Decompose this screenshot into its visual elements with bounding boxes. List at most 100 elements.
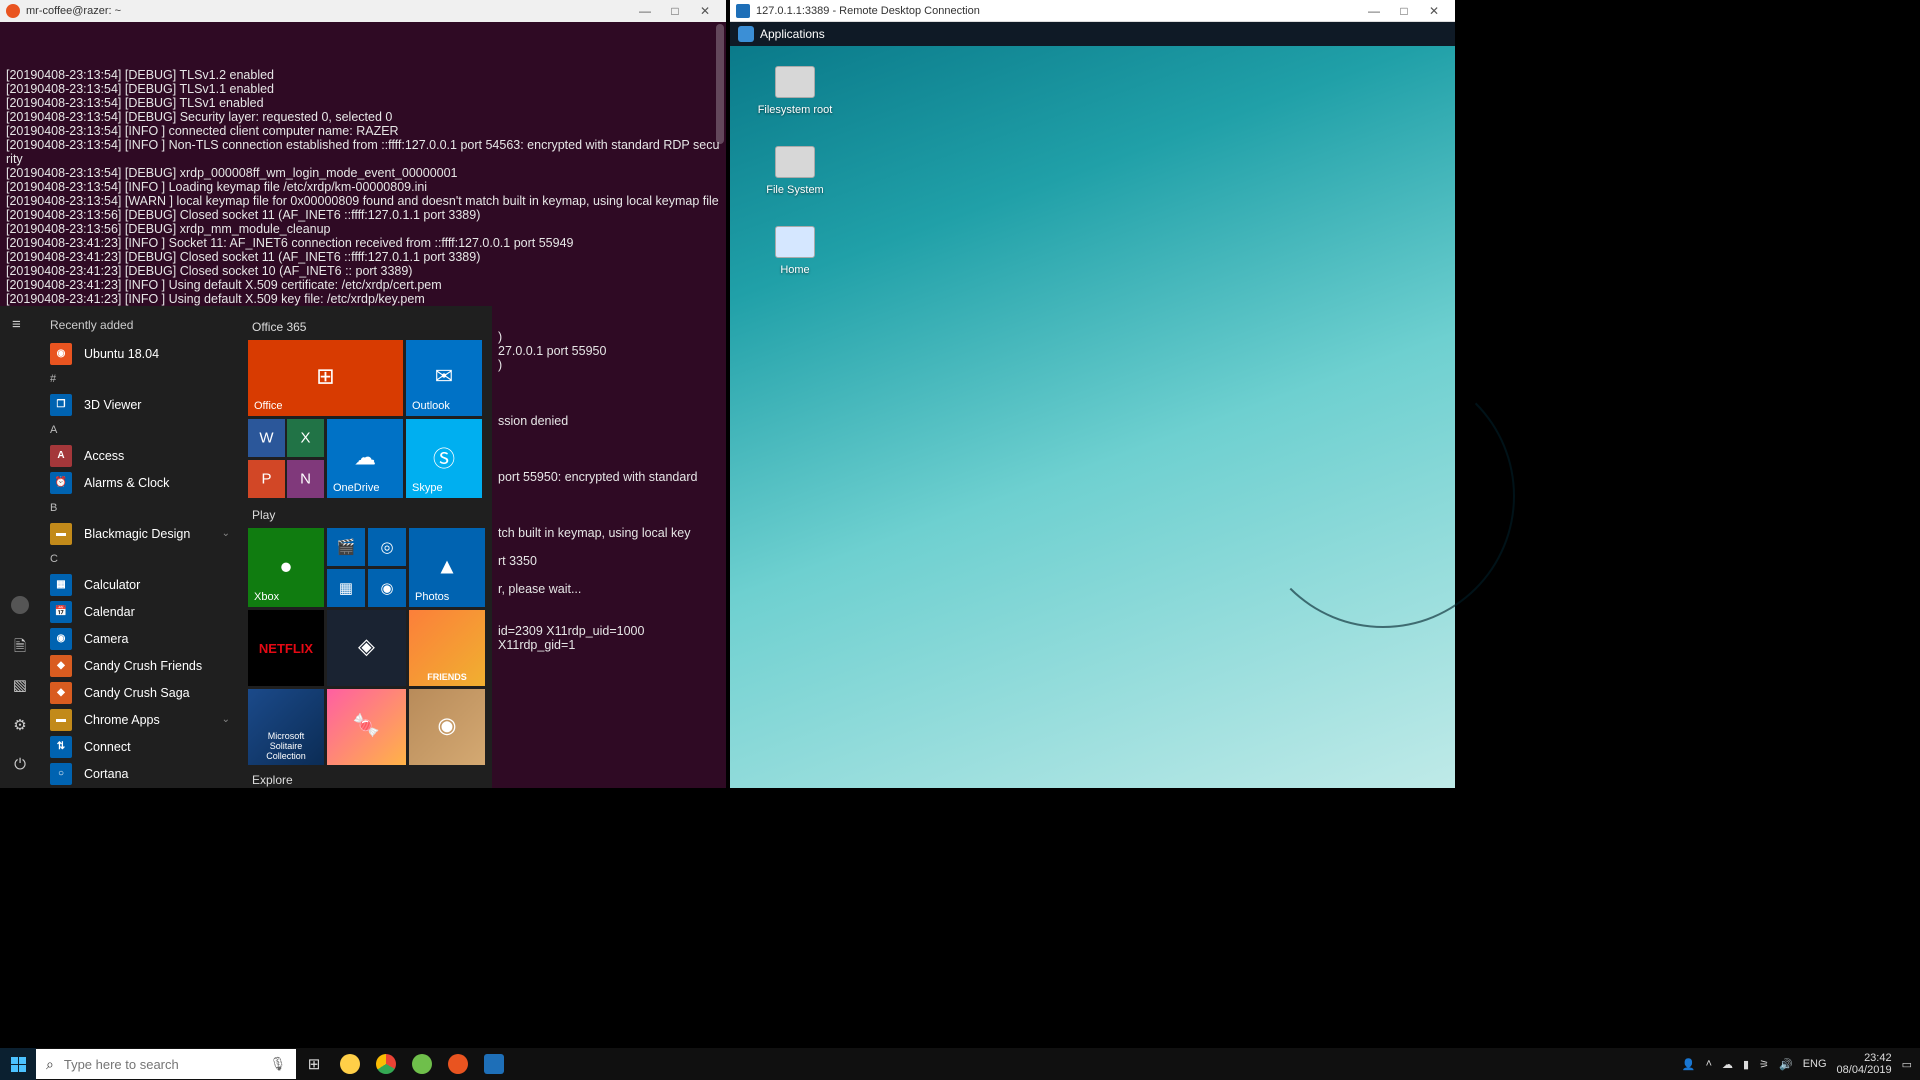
access-icon: A xyxy=(50,445,72,467)
rdp-title: 127.0.1.1:3389 - Remote Desktop Connecti… xyxy=(756,5,980,17)
hamburger-icon[interactable]: ≡ xyxy=(12,316,28,330)
taskbar-app-green[interactable] xyxy=(404,1048,440,1080)
desktop-icon-filesystem[interactable]: File System xyxy=(750,146,840,196)
task-view-button[interactable]: ⊞ xyxy=(296,1048,332,1080)
minimize-button[interactable]: — xyxy=(1359,4,1389,18)
app-calendar[interactable]: 📅Calendar xyxy=(40,598,240,625)
tile-photos[interactable]: ▲Photos xyxy=(409,528,485,607)
tile-movies[interactable]: 🎬 xyxy=(327,528,365,566)
folder-icon: ▬ xyxy=(50,523,72,545)
battery-icon[interactable]: ▮ xyxy=(1743,1058,1749,1071)
taskbar-ubuntu[interactable] xyxy=(440,1048,476,1080)
app-alarms[interactable]: ⏰Alarms & Clock xyxy=(40,469,240,496)
taskbar-rdp[interactable] xyxy=(476,1048,512,1080)
tile-ccfriends[interactable]: FRIENDS xyxy=(409,610,485,686)
tile-ccsaga[interactable]: 🍬 xyxy=(327,689,406,765)
notifications-icon[interactable]: ▭ xyxy=(1902,1058,1912,1071)
app-camera[interactable]: ◉Camera xyxy=(40,625,240,652)
tile-onenote[interactable]: N xyxy=(287,460,324,498)
tile-solitaire[interactable]: Microsoft Solitaire Collection xyxy=(248,689,324,765)
tile-excel[interactable]: X xyxy=(287,419,324,457)
recently-added-header: Recently added xyxy=(40,316,240,340)
wifi-icon[interactable]: ⚞ xyxy=(1759,1058,1769,1071)
maximize-button[interactable]: □ xyxy=(660,4,690,18)
letter-c[interactable]: C xyxy=(40,547,240,571)
letter-b[interactable]: B xyxy=(40,496,240,520)
start-app-list[interactable]: Recently added ◉Ubuntu 18.04 # ❒3D Viewe… xyxy=(40,306,240,788)
folder-icon: ▬ xyxy=(50,709,72,731)
app-cortana[interactable]: ○Cortana xyxy=(40,760,240,787)
disc-icon: ◎ xyxy=(380,538,393,556)
letter-hash[interactable]: # xyxy=(40,367,240,391)
language-indicator[interactable]: ENG xyxy=(1803,1058,1827,1070)
mic-icon[interactable]: 🎙 xyxy=(269,1056,286,1072)
search-icon: ⌕ xyxy=(46,1056,54,1073)
app-candy-crush-friends[interactable]: ◆Candy Crush Friends xyxy=(40,652,240,679)
group-office365[interactable]: Office 365 xyxy=(252,320,484,334)
ubuntu-icon xyxy=(448,1054,468,1074)
tile-office[interactable]: ⊞Office xyxy=(248,340,403,416)
documents-icon[interactable]: 🗎 xyxy=(11,636,29,654)
maximize-button[interactable]: □ xyxy=(1389,4,1419,18)
xfce-desktop[interactable]: Filesystem root File System Home xyxy=(730,46,1455,788)
minimize-button[interactable]: — xyxy=(630,4,660,18)
user-avatar-icon[interactable] xyxy=(11,596,29,614)
app-calculator[interactable]: ▦Calculator xyxy=(40,571,240,598)
tile-skype[interactable]: ⓈSkype xyxy=(406,419,482,498)
group-play[interactable]: Play xyxy=(252,508,484,522)
taskbar-chrome[interactable] xyxy=(368,1048,404,1080)
people-icon: ◉ xyxy=(380,579,393,597)
pictures-icon[interactable]: ▧ xyxy=(11,676,29,694)
settings-icon[interactable]: ⚙ xyxy=(11,716,29,734)
tile-powerpoint[interactable]: P xyxy=(248,460,285,498)
tile-netflix[interactable]: NETFLIX xyxy=(248,610,324,686)
tray-chevron-icon[interactable]: ˄ xyxy=(1706,1058,1712,1070)
xfce-menu-icon[interactable] xyxy=(738,26,754,42)
xfce-panel[interactable]: Applications xyxy=(730,22,1455,46)
rdp-icon xyxy=(736,4,750,18)
ubuntu-icon: ◉ xyxy=(50,343,72,365)
onedrive-tray-icon[interactable]: ☁ xyxy=(1722,1058,1733,1071)
app-blackmagic[interactable]: ▬Blackmagic Design⌄ xyxy=(40,520,240,547)
group-explore[interactable]: Explore xyxy=(252,773,484,787)
desktop-icon-filesystem-root[interactable]: Filesystem root xyxy=(750,66,840,116)
app-3dviewer[interactable]: ❒3D Viewer xyxy=(40,391,240,418)
office-icon: ⊞ xyxy=(316,364,334,390)
tile-onedrive[interactable]: ☁OneDrive xyxy=(327,419,403,498)
tile-people[interactable]: ◉ xyxy=(368,569,406,607)
app-connect[interactable]: ⇅Connect xyxy=(40,733,240,760)
terminal-scrollbar[interactable] xyxy=(716,24,724,144)
tile-groove[interactable]: ◎ xyxy=(368,528,406,566)
close-button[interactable]: ✕ xyxy=(1419,4,1449,18)
tile-photoshop[interactable]: ◈ xyxy=(327,610,406,686)
tile-word[interactable]: W xyxy=(248,419,285,457)
terminal-titlebar[interactable]: mr-coffee@razer: ~ — □ ✕ xyxy=(0,0,726,22)
camera-icon: ◉ xyxy=(50,628,72,650)
close-button[interactable]: ✕ xyxy=(690,4,720,18)
letter-a[interactable]: A xyxy=(40,418,240,442)
tile-calc[interactable]: ▦ xyxy=(327,569,365,607)
tile-xbox[interactable]: ●Xbox xyxy=(248,528,324,607)
app-ubuntu[interactable]: ◉Ubuntu 18.04 xyxy=(40,340,240,367)
volume-icon[interactable]: 🔊 xyxy=(1779,1058,1793,1071)
system-tray: 👤 ˄ ☁ ▮ ⚞ 🔊 ENG 23:42 08/04/2019 ▭ xyxy=(1674,1052,1920,1076)
cortana-icon: ○ xyxy=(50,763,72,785)
taskbar-file-explorer[interactable] xyxy=(332,1048,368,1080)
cloud-icon: ☁ xyxy=(354,444,376,470)
taskbar-clock[interactable]: 23:42 08/04/2019 xyxy=(1837,1052,1892,1076)
tile-outlook[interactable]: ✉Outlook xyxy=(406,340,482,416)
desktop-icon-home[interactable]: Home xyxy=(750,226,840,276)
taskbar-search[interactable]: ⌕ 🎙 xyxy=(36,1049,296,1079)
applications-menu[interactable]: Applications xyxy=(760,27,825,41)
start-button[interactable] xyxy=(0,1048,36,1080)
tile-game[interactable]: ◉ xyxy=(409,689,485,765)
app-access[interactable]: AAccess xyxy=(40,442,240,469)
app-candy-crush-saga[interactable]: ◆Candy Crush Saga xyxy=(40,679,240,706)
people-icon[interactable]: 👤 xyxy=(1682,1058,1696,1071)
skype-icon: Ⓢ xyxy=(433,441,455,473)
search-input[interactable] xyxy=(64,1057,270,1072)
onenote-icon: N xyxy=(300,471,311,488)
rdp-titlebar[interactable]: 127.0.1.1:3389 - Remote Desktop Connecti… xyxy=(730,0,1455,22)
app-chrome-apps[interactable]: ▬Chrome Apps⌄ xyxy=(40,706,240,733)
power-icon[interactable]: ⏻ xyxy=(11,756,29,774)
